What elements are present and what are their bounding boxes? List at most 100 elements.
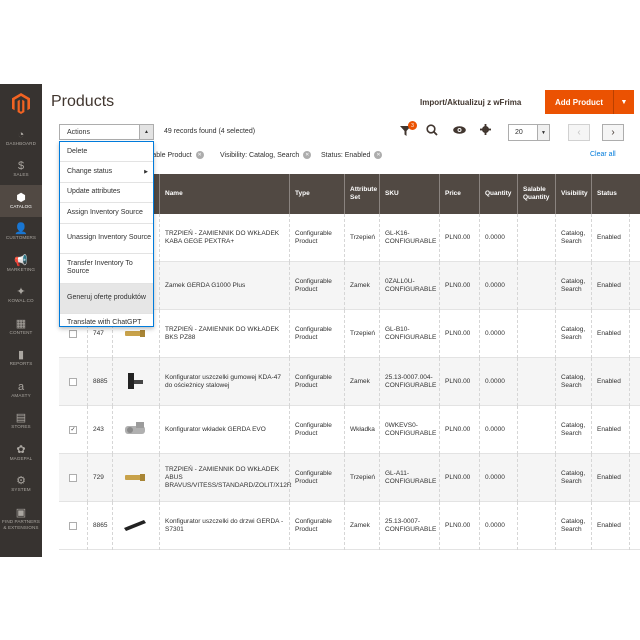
product-thumbnail [122,370,148,392]
row-checkbox[interactable] [69,378,77,386]
cell-sku: GL-K16-CONFIGURABLE [379,214,439,262]
row-checkbox[interactable] [69,474,77,482]
search-icon[interactable] [426,124,438,139]
sidebar-item-catalog[interactable]: ⬢ CATALOG [0,185,42,217]
sidebar-item-reports[interactable]: ▮ REPORTS [0,343,42,375]
sidebar-item-label: SALES [13,172,29,178]
bar-chart-icon: ▮ [17,349,25,362]
menu-item-label: Delete [67,147,88,155]
menu-item-delete[interactable]: Delete [60,142,153,161]
column-header-status[interactable]: Status [591,174,629,214]
column-header-sku[interactable]: SKU [379,174,439,214]
cell-price: PLN0.00 [439,358,479,406]
cell-name: Zamek GERDA G1000 Plus [159,262,289,310]
cell-sku: 0ZALL0U-CONFIGURABLE [379,262,439,310]
table-row[interactable]: 729 TRZPIEŃ - ZAMIENNIK DO WKŁADEK ABUS B… [59,454,640,502]
menu-item-update-attributes[interactable]: Update attributes [60,183,153,202]
cell-action [629,454,640,502]
cell-id: 8885 [87,358,112,406]
menu-item-translate-with-chatgpt[interactable]: Translate with ChatGPT [60,314,153,333]
row-select-cell [59,502,87,550]
sidebar-item-marketing[interactable]: 📢 MARKETING [0,248,42,280]
cell-type: Configurable Product [289,406,344,454]
magento-logo[interactable] [0,84,42,122]
prev-page-button[interactable]: ‹ [568,124,590,141]
column-header-type[interactable]: Type [289,174,344,214]
cell-visibility: Catalog, Search [555,262,591,310]
store-icon: ▤ [15,412,27,425]
table-row[interactable]: ✓ 243 Konfigurator wkładek GERDA EVO Config… [59,406,640,454]
gear-icon[interactable] [480,124,491,138]
column-header-salable-quantity[interactable]: Salable Quantity [517,174,555,214]
sidebar-item-stores[interactable]: ▤ STORES [0,406,42,438]
cell-attribute-set: Zamek [344,262,379,310]
column-header-visibility[interactable]: Visibility [555,174,591,214]
sidebar-item-magepal[interactable]: ✿ MAGEPAL [0,437,42,469]
menu-item-label: Transfer Inventory To Source [67,260,133,276]
eye-icon[interactable] [453,126,466,137]
cell-visibility: Catalog, Search [555,310,591,358]
sidebar-item-label: AMASTY [11,392,31,398]
sidebar-item-label: CONTENT [9,329,33,335]
menu-item-label: Translate with ChatGPT [67,319,142,327]
cell-quantity: 0.0000 [479,454,517,502]
sidebar-item-system[interactable]: ⚙ SYSTEM [0,469,42,501]
menu-item-label: Generuj ofertę produktów [67,294,146,302]
import-button[interactable]: Import/Aktualizuj z wFrima [420,98,521,107]
row-checkbox[interactable]: ✓ [69,426,77,434]
menu-item-transfer-inventory-to-source[interactable]: Transfer Inventory To Source [60,254,153,283]
per-page-select[interactable]: 20 ▼ [508,124,550,141]
next-page-button[interactable]: › [602,124,624,141]
cell-visibility: Catalog, Search [555,406,591,454]
actions-select[interactable]: Actions ▲ [59,124,154,140]
menu-item-change-status[interactable]: Change status ▶ [60,162,153,181]
cell-attribute-set: Zamek [344,502,379,550]
add-product-button[interactable]: Add Product ▼ [545,90,634,114]
admin-sidebar: ◔ DASHBOARD $ SALES ⬢ CATALOG 👤 CUSTOMERS 📢 MARKE… [0,84,42,557]
table-row[interactable]: 8865 Konfigurator uszczelki do drzwi GERD… [59,502,640,550]
cell-action [629,406,640,454]
cell-action [629,214,640,262]
filter-chip-visibility: Visibility: Catalog, Search ✕ [220,151,312,159]
actions-dropdown-menu: Delete Change status ▶ Update attributes Ass… [59,141,154,327]
column-header-name[interactable]: Name [159,174,289,214]
remove-filter-icon[interactable]: ✕ [195,151,204,159]
clear-all-link[interactable]: Clear all [590,151,616,158]
cell-quantity: 0.0000 [479,502,517,550]
row-select-cell [59,454,87,502]
cell-quantity: 0.0000 [479,310,517,358]
column-header-price[interactable]: Price [439,174,479,214]
column-header-attribute-set[interactable]: Attribute Set [344,174,379,214]
remove-filter-icon[interactable]: ✕ [374,151,383,159]
sidebar-item-customers[interactable]: 👤 CUSTOMERS [0,217,42,249]
cell-price: PLN0.00 [439,502,479,550]
cell-status: Enabled [591,358,629,406]
page-title: Products [51,93,115,110]
table-row[interactable]: 8885 Konfigurator uszczelki gumowej KDA-4… [59,358,640,406]
column-header-quantity[interactable]: Quantity [479,174,517,214]
cell-name: Konfigurator wkładek GERDA EVO [159,406,289,454]
menu-item-generuj-ofert-produkt-w[interactable]: Generuj ofertę produktów [60,283,153,313]
row-select-cell: ✓ [59,406,87,454]
cell-salable-quantity [517,310,555,358]
remove-filter-icon[interactable]: ✕ [303,151,312,159]
sidebar-item-sales[interactable]: $ SALES [0,154,42,186]
cell-type: Configurable Product [289,454,344,502]
sidebar-item-amasty[interactable]: a AMASTY [0,374,42,406]
menu-item-unassign-inventory-source[interactable]: Unassign Inventory Source [60,224,153,253]
cell-type: Configurable Product [289,358,344,406]
menu-item-assign-inventory-source[interactable]: Assign Inventory Source [60,203,153,222]
cell-attribute-set: Trzepień [344,454,379,502]
cell-name: TRZPIEŃ - ZAMIENNIK DO WKŁADEK BKS PZ88 [159,310,289,358]
sidebar-item-label: MARKETING [6,266,36,272]
sidebar-item-kowal-co[interactable]: ✦ KOWAL.CO [0,280,42,312]
add-product-dropdown-toggle[interactable]: ▼ [613,90,634,114]
sidebar-item-find-partners-extensions[interactable]: ▣ FIND PARTNERS & EXTENSIONS [0,500,42,538]
sidebar-item-content[interactable]: ▦ CONTENT [0,311,42,343]
cell-type: Configurable Product [289,262,344,310]
sidebar-item-dashboard[interactable]: ◔ DASHBOARD [0,122,42,154]
star-icon: ✦ [16,286,26,299]
row-checkbox[interactable] [69,522,77,530]
cell-attribute-set: Trzepień [344,310,379,358]
add-product-label[interactable]: Add Product [545,90,613,114]
